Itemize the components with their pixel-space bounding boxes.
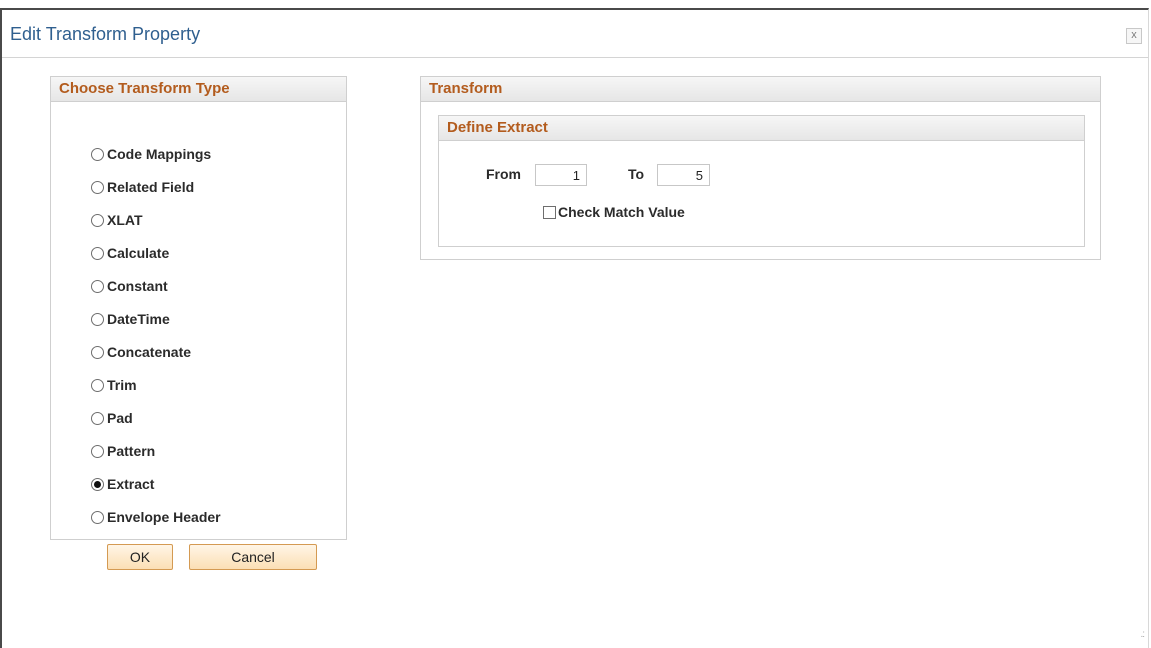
resize-grip-icon[interactable]: .: [1140, 629, 1144, 640]
radio-option-label: Pattern [107, 443, 156, 459]
radio-option-label: Envelope Header [107, 509, 221, 525]
cancel-button[interactable]: Cancel [189, 544, 317, 570]
radio-option-label: Calculate [107, 245, 170, 261]
from-label: From [486, 166, 521, 182]
check-match-value-label: Check Match Value [558, 204, 685, 220]
radio-option-label: Concatenate [107, 344, 192, 360]
radio-option-pad[interactable]: Pad [91, 408, 133, 428]
radio-option-datetime[interactable]: DateTime [91, 309, 170, 329]
radio-option-label: Code Mappings [107, 146, 212, 162]
checkbox-icon[interactable] [543, 205, 556, 219]
edit-transform-dialog: Edit Transform Property x Choose Transfo… [0, 8, 1149, 648]
radio-option-related-field[interactable]: Related Field [91, 177, 194, 197]
radio-button-icon[interactable] [91, 444, 104, 458]
radio-option-label: Pad [107, 410, 133, 426]
define-extract-header: Define Extract [439, 116, 1084, 141]
choose-transform-type-header: Choose Transform Type [51, 77, 346, 102]
radio-option-label: XLAT [107, 212, 143, 228]
radio-option-label: Constant [107, 278, 168, 294]
radio-button-icon[interactable] [91, 378, 104, 392]
dialog-title: Edit Transform Property [10, 24, 201, 44]
radio-button-icon[interactable] [91, 411, 104, 425]
radio-option-concatenate[interactable]: Concatenate [91, 342, 191, 362]
radio-button-icon[interactable] [91, 147, 104, 161]
radio-option-code-mappings[interactable]: Code Mappings [91, 144, 211, 164]
check-match-value-checkbox[interactable]: Check Match Value [543, 204, 685, 220]
radio-button-icon[interactable] [91, 180, 104, 194]
close-icon[interactable]: x [1126, 28, 1142, 44]
radio-option-extract[interactable]: Extract [91, 474, 154, 494]
radio-button-icon[interactable] [91, 345, 104, 359]
radio-button-icon[interactable] [91, 312, 104, 326]
radio-option-label: Trim [107, 377, 137, 393]
radio-option-constant[interactable]: Constant [91, 276, 168, 296]
radio-button-icon[interactable] [91, 279, 104, 293]
radio-button-icon[interactable] [91, 246, 104, 260]
radio-option-label: Extract [107, 476, 155, 492]
radio-option-envelope-header[interactable]: Envelope Header [91, 507, 221, 527]
define-extract-group: Define Extract From To Check Match Value [438, 115, 1085, 247]
radio-option-calculate[interactable]: Calculate [91, 243, 169, 263]
transform-group: Transform Define Extract From To Check M… [420, 76, 1101, 260]
ok-button[interactable]: OK [107, 544, 173, 570]
to-label: To [628, 166, 645, 182]
radio-option-label: DateTime [107, 311, 170, 327]
to-input[interactable] [657, 164, 710, 186]
radio-option-pattern[interactable]: Pattern [91, 441, 155, 461]
radio-option-xlat[interactable]: XLAT [91, 210, 143, 230]
from-input[interactable] [535, 164, 587, 186]
radio-button-icon[interactable] [91, 213, 104, 227]
transform-header: Transform [421, 77, 1100, 102]
radio-button-selected-icon[interactable] [91, 477, 104, 491]
choose-transform-type-group: Choose Transform Type Code Mappings Rela… [50, 76, 347, 540]
radio-option-trim[interactable]: Trim [91, 375, 137, 395]
dialog-titlebar: Edit Transform Property x [2, 10, 1148, 58]
radio-option-label: Related Field [107, 179, 195, 195]
radio-button-icon[interactable] [91, 510, 104, 524]
